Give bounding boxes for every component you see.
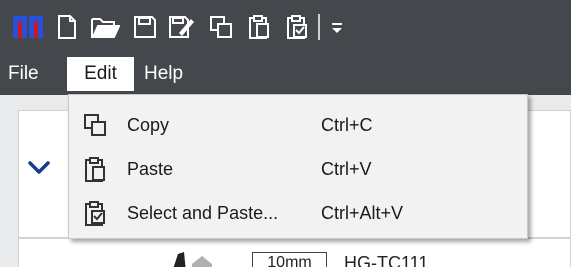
save-icon[interactable] xyxy=(130,12,160,42)
menu-help[interactable]: Help xyxy=(144,57,183,91)
menu-item-label: Paste xyxy=(127,159,174,179)
menu-item-shortcut: Ctrl+V xyxy=(321,159,372,179)
select-paste-icon xyxy=(81,199,109,227)
menu-item-label: Copy xyxy=(127,115,170,135)
size-value-box: 10mm xyxy=(252,252,327,267)
customize-dropdown-icon[interactable] xyxy=(326,12,348,42)
menu-bar: File Edit Help xyxy=(0,52,571,95)
menu-item-copy[interactable]: Copy Ctrl+C xyxy=(69,107,527,143)
save-as-icon[interactable] xyxy=(166,12,198,42)
menu-file[interactable]: File xyxy=(8,57,39,91)
app-logo-icon xyxy=(10,12,46,42)
menu-item-select-and-paste[interactable]: Select and Paste... Ctrl+Alt+V xyxy=(69,195,527,231)
part-label: HG-TC111 xyxy=(344,253,429,267)
menu-edit[interactable]: Edit xyxy=(67,57,134,91)
paste-icon[interactable] xyxy=(244,12,274,42)
open-folder-icon[interactable] xyxy=(88,12,122,42)
edit-menu-dropdown: Copy Ctrl+C Paste Ctrl+V Select and Past… xyxy=(68,94,528,239)
menu-item-paste[interactable]: Paste Ctrl+V xyxy=(69,151,527,187)
paste-icon xyxy=(81,155,109,183)
part-icon xyxy=(164,252,224,267)
menu-item-shortcut: Ctrl+Alt+V xyxy=(321,203,404,223)
menu-item-shortcut: Ctrl+C xyxy=(321,115,373,135)
toolbar-separator xyxy=(318,14,320,40)
menu-item-label: Select and Paste... xyxy=(127,203,279,223)
new-file-icon[interactable] xyxy=(52,12,82,42)
copy-icon xyxy=(81,111,109,139)
chevron-down-icon[interactable] xyxy=(28,160,50,181)
copy-icon[interactable] xyxy=(206,12,236,42)
quick-access-toolbar xyxy=(0,0,571,52)
select-paste-icon[interactable] xyxy=(282,12,312,42)
